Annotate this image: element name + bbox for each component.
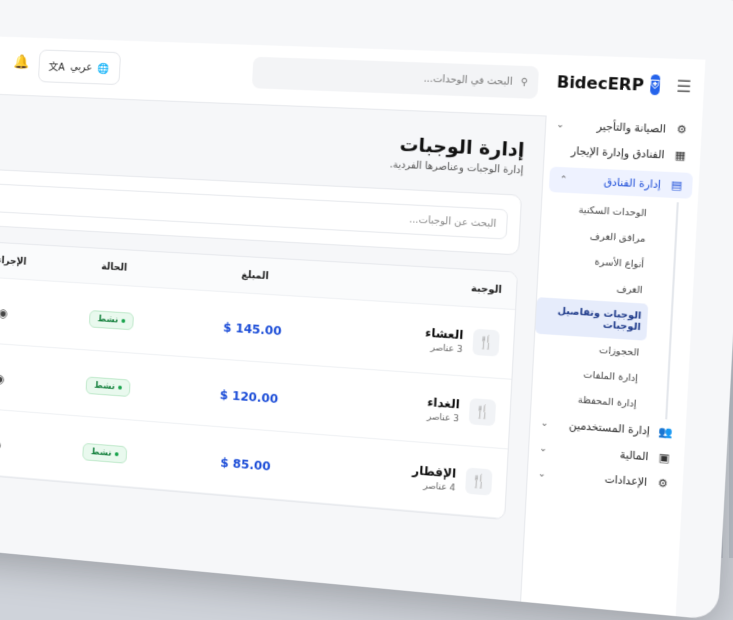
status-label: نشط	[94, 380, 115, 393]
module-search-input[interactable]: ⚲ البحث في الوحدات...	[251, 56, 540, 99]
header-status: الحالة	[101, 260, 128, 274]
status-cell: نشط	[44, 436, 167, 467]
utensils-icon: 🍴	[465, 467, 493, 496]
meal-amount: $ 120.00	[219, 386, 279, 406]
actions-cell: ◉	[0, 430, 45, 456]
amount-cell: $ 85.00	[166, 447, 327, 479]
meal-search-placeholder: البحث عن الوجبات...	[408, 213, 497, 230]
settings-icon: ⚙	[657, 476, 669, 491]
header-meal: الوجبة	[470, 282, 503, 296]
meal-name: العشاء	[424, 325, 464, 342]
filter-panel: البحث عن الوجبات...	[0, 167, 523, 256]
status-badge: نشط	[88, 310, 135, 331]
meal-amount: $ 85.00	[220, 454, 271, 474]
main-content: إدارة الوجبات إدارة الوجبات وعناصرها الف…	[0, 92, 547, 602]
meals-table: الوجبة المبلغ الحالة الإجراءات 🍴 العشاء …	[0, 239, 519, 521]
app-root: ☰ ⛨ BidecERP ⚙ الصيانة والتأجير ⌄ ▦ الفن…	[0, 0, 733, 620]
meal-cell: 🍴 الإفطار 4 عناصر	[325, 456, 506, 498]
status-badge: نشط	[85, 376, 131, 398]
status-dot	[118, 385, 123, 390]
wrench-icon: ⚙	[676, 122, 688, 137]
meal-name: الغداء	[426, 394, 461, 411]
meal-cell: 🍴 العشاء 3 عناصر	[332, 319, 514, 358]
meal-items-count: 3 عناصر	[426, 411, 460, 424]
view-icon[interactable]: ◉	[0, 371, 5, 385]
view-icon[interactable]: ◉	[0, 437, 1, 451]
bell-icon[interactable]: 🔔	[13, 54, 30, 70]
sidebar-item-label: الإعدادات	[604, 472, 648, 489]
brand-name: BidecERP	[556, 71, 645, 95]
status-dot	[114, 452, 119, 457]
utensils-icon: 🍴	[472, 328, 500, 357]
sidebar: ☰ ⛨ BidecERP ⚙ الصيانة والتأجير ⌄ ▦ الفن…	[520, 54, 706, 617]
meal-cell: 🍴 الغداء 3 عناصر	[329, 388, 510, 428]
device-frame: ☰ ⛨ BidecERP ⚙ الصيانة والتأجير ⌄ ▦ الفن…	[0, 0, 733, 620]
logo-icon: ⛨	[649, 74, 661, 96]
chevron-down-icon: ⌄	[556, 119, 565, 130]
meal-search-input[interactable]: البحث عن الوجبات...	[0, 182, 509, 240]
view-icon[interactable]: ◉	[0, 306, 8, 320]
language-switcher-button[interactable]: 🌐 عربي 文A	[37, 49, 121, 86]
actions-cell: ◉	[0, 299, 51, 323]
amount-cell: $ 145.00	[173, 313, 334, 342]
search-placeholder: البحث في الوحدات...	[423, 73, 513, 88]
amount-cell: $ 120.00	[169, 380, 330, 410]
meal-amount: $ 145.00	[222, 319, 283, 338]
sidebar-item-label: الصيانة والتأجير	[596, 120, 667, 136]
sidebar-item-label: الفنادق وإدارة الإيجار	[570, 144, 665, 161]
finance-icon: ▣	[658, 450, 670, 465]
sidebar-item-hotel-management[interactable]: ▤ إدارة الفنادق ⌃	[548, 166, 694, 199]
search-icon: ⚲	[520, 76, 529, 88]
status-dot	[121, 318, 126, 323]
meal-items-count: 3 عناصر	[430, 342, 463, 355]
chevron-down-icon: ⌄	[537, 468, 546, 480]
status-label: نشط	[97, 314, 119, 326]
brand: ☰ ⛨ BidecERP	[547, 55, 706, 118]
sidebar-item-label: إدارة الفنادق	[603, 175, 662, 191]
hotel-icon: ▤	[670, 178, 683, 193]
header-amount: المبلغ	[241, 269, 270, 282]
meal-items-count: 4 عناصر	[423, 480, 456, 494]
chevron-down-icon: ⌄	[539, 443, 548, 454]
utensils-icon: 🍴	[468, 398, 497, 427]
users-icon: 👥	[657, 424, 674, 440]
meal-name: الإفطار	[411, 462, 457, 481]
language-label: عربي	[70, 61, 93, 74]
status-cell: نشط	[47, 370, 170, 400]
sidebar-item-label: المالية	[619, 448, 649, 463]
building-icon: ▦	[674, 148, 687, 163]
globe-icon: 🌐	[97, 62, 110, 75]
translate-icon: 文A	[48, 60, 66, 73]
hamburger-menu-icon[interactable]: ☰	[676, 76, 692, 96]
chevron-down-icon: ⌄	[540, 417, 549, 429]
hotel-management-submenu: الوحدات السكنية مرافق الغرف أنواع الأسرة…	[531, 195, 679, 420]
status-cell: نشط	[50, 304, 173, 333]
chevron-up-icon: ⌃	[559, 174, 568, 186]
header-actions: الإجراءات	[0, 254, 27, 268]
sidebar-item-hotels-rental[interactable]: ▦ الفنادق وإدارة الإيجار	[544, 137, 701, 169]
actions-cell: ◉	[0, 364, 48, 389]
status-badge: نشط	[82, 442, 128, 464]
sidebar-item-label: إدارة المستخدمين	[568, 418, 651, 438]
status-label: نشط	[90, 447, 112, 459]
